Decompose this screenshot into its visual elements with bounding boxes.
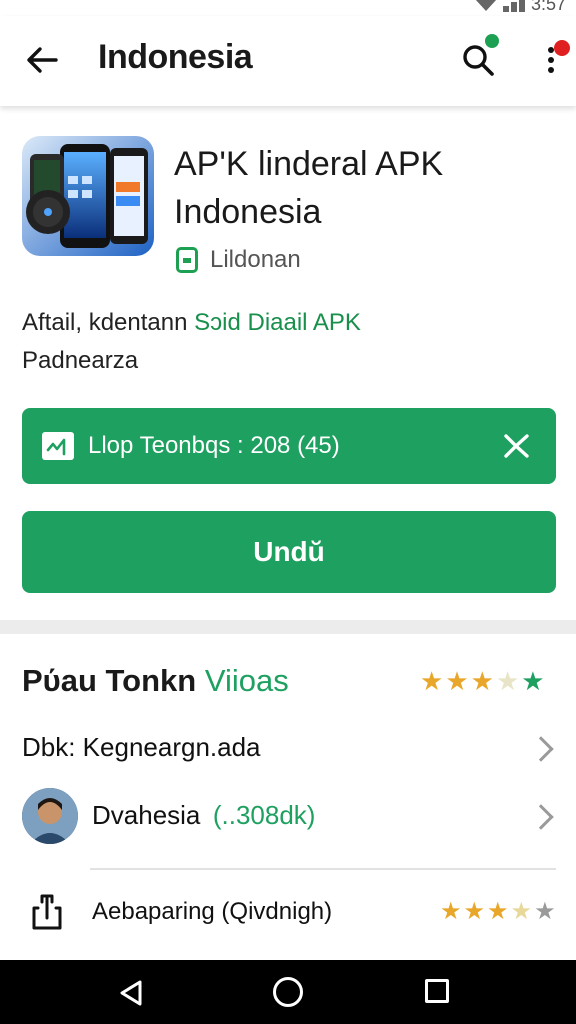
nav-home-icon[interactable]	[273, 977, 303, 1007]
nav-recents-icon[interactable]	[425, 979, 449, 1003]
review-row-label: Dbk: Keɡneargn.ada	[22, 732, 261, 762]
notification-dot	[485, 34, 499, 48]
star-icon: ★	[487, 898, 509, 925]
reviews-title: Pύau Tonkn Viioas	[22, 663, 289, 699]
star-icon: ★	[440, 898, 462, 925]
app-name: AP'K linderal APK Indonesia	[174, 145, 444, 231]
verified-badge-icon	[176, 247, 198, 273]
star-empty-icon: ★	[495, 666, 520, 696]
chevron-right-icon	[528, 736, 554, 762]
status-bar: 3:57	[0, 0, 576, 16]
info-label: Llop Teonbqs : 208 (45)	[88, 432, 340, 459]
star-icon: ★	[521, 666, 545, 696]
developer-name: Lildonan	[210, 246, 301, 273]
star-icon: ★	[463, 898, 486, 925]
reviews-title-dark: Pύau Tonkn	[22, 663, 197, 698]
description-line: Padnearza	[22, 347, 139, 374]
review-row-label: Aebaparing (Qivdnigh)	[92, 898, 333, 925]
share-icon[interactable]	[30, 892, 66, 932]
expand-arrow-icon	[504, 434, 529, 458]
wifi-icon	[474, 0, 497, 11]
rating-stars: ★ ★ ★ ★ ★	[440, 900, 556, 924]
avatar	[22, 788, 78, 844]
signal-icon	[502, 0, 525, 12]
download-button[interactable]: Undŭ	[22, 511, 556, 593]
star-icon: ★	[470, 666, 494, 696]
rating-stars: ★ ★ ★ ★ ★	[420, 668, 545, 694]
star-empty-icon: ★	[534, 898, 556, 925]
developer-row[interactable]: Lildonan	[176, 246, 301, 274]
review-row[interactable]: Dvahesia (..308dk)	[92, 800, 556, 840]
reviews-title-green[interactable]: Viioas	[205, 663, 289, 698]
row-divider	[90, 868, 556, 870]
app-icon	[22, 136, 154, 256]
status-icons: 3:57	[474, 0, 566, 15]
system-nav-bar	[0, 960, 576, 1024]
info-button[interactable]: Llop Teonbqs : 208 (45)	[22, 408, 556, 484]
app-bar: Indonesia	[0, 16, 576, 106]
chart-icon	[42, 432, 74, 460]
section-divider	[0, 620, 576, 634]
review-count-badge: (..308dk)	[212, 800, 316, 830]
review-row[interactable]: Dbk: Keɡneargn.ada	[22, 732, 556, 772]
star-icon: ★	[445, 666, 469, 696]
notification-dot	[554, 40, 570, 56]
star-half-icon: ★	[510, 898, 533, 925]
description-highlight[interactable]: Sɔid Diaail APK	[194, 309, 361, 336]
app-description: Aftail, kdentann Sɔid Diaail APK Padnear…	[22, 304, 562, 380]
star-icon: ★	[420, 666, 444, 696]
nav-back-icon[interactable]	[116, 978, 146, 1008]
reviewer-name: Dvahesia	[92, 800, 201, 830]
chevron-right-icon	[528, 804, 554, 830]
description-text: Aftail, kdentann	[22, 309, 188, 336]
page-title: Indonesia	[98, 38, 253, 76]
status-time: 3:57	[530, 0, 566, 14]
back-arrow-icon[interactable]	[22, 40, 62, 80]
